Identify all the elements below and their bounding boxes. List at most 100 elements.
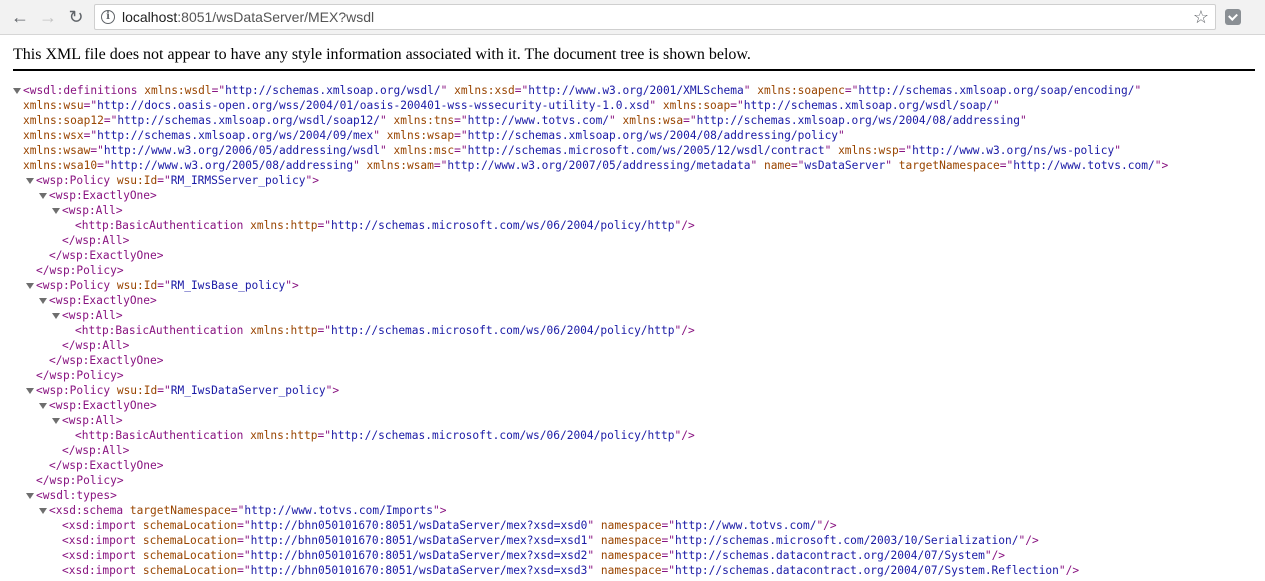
xml-line: </wsp:All> — [62, 338, 129, 353]
xml-tag-text: " — [587, 564, 601, 577]
xml-tag-text: "/> — [674, 429, 695, 442]
xml-tag-text: =" — [454, 129, 468, 142]
xml-tag-text: =" — [157, 174, 171, 187]
xml-line: <xsd:import schemaLocation="http://bhn05… — [62, 563, 1079, 578]
xml-tag-text: "/> — [674, 324, 695, 337]
collapse-triangle-icon[interactable] — [13, 83, 21, 98]
collapse-triangle-icon[interactable] — [39, 503, 47, 518]
xml-tag-text: =" — [661, 534, 675, 547]
xml-tag-text: <wsp:ExactlyOne> — [49, 399, 157, 412]
xml-line: xmlns:wsaw="http://www.w3.org/2006/05/ad… — [23, 143, 1121, 158]
xml-line: xmlns:wsx="http://schemas.xmlsoap.org/ws… — [23, 128, 845, 143]
xml-tag-text: " — [587, 549, 601, 562]
xml-tag-text: =" — [317, 219, 331, 232]
collapse-triangle-icon[interactable] — [26, 173, 34, 188]
xml-attribute-name: xmlns:http — [250, 429, 318, 442]
xml-tag-text: =" — [83, 99, 98, 112]
xml-tag-text: " — [1019, 114, 1027, 127]
collapse-triangle-icon[interactable] — [26, 488, 34, 503]
xml-attribute-name: namespace — [600, 534, 662, 547]
xml-attribute-value: http://www.totvs.com/ — [1013, 159, 1155, 172]
xml-tag-text: "> — [1154, 159, 1169, 172]
back-arrow-icon[interactable]: ← — [8, 5, 32, 29]
xml-tag-text: "> — [432, 504, 447, 517]
xml-tag-text: "/> — [984, 549, 1006, 562]
xml-tag-text: =" — [230, 504, 245, 517]
xml-attribute-name: schemaLocation — [142, 549, 238, 562]
xml-attribute-name: xmlns:wsu — [23, 99, 84, 112]
xml-attribute-value: RM_IwsBase_policy — [170, 279, 286, 292]
xml-tag-text: " — [587, 519, 601, 532]
xml-tag-text: "/> — [1058, 564, 1080, 577]
xml-line: xmlns:soap12="http://schemas.xmlsoap.org… — [23, 113, 1027, 128]
xml-tag-text: =" — [237, 534, 251, 547]
xml-tag-text: =" — [157, 279, 171, 292]
xml-tag-text: "> — [325, 384, 340, 397]
xml-attribute-name: namespace — [600, 564, 662, 577]
collapse-triangle-icon[interactable] — [39, 293, 47, 308]
xml-tag-text: "/> — [816, 519, 837, 532]
xml-info-banner: This XML file does not appear to have an… — [13, 46, 751, 63]
xml-tag-text: <xsd:import — [62, 534, 143, 547]
xml-tag-text: "> — [305, 174, 319, 187]
xml-attribute-value: http://bhn050101670:8051/wsDataServer/me… — [250, 534, 588, 547]
xml-attribute-value: http://schemas.datacontract.org/2004/07/… — [674, 564, 1059, 577]
xml-tag-text: </wsp:Policy> — [36, 369, 124, 382]
bookmark-star-icon[interactable]: ☆ — [1193, 7, 1209, 27]
xml-attribute-value: http://schemas.xmlsoap.org/ws/2004/08/ad… — [467, 129, 839, 142]
xml-tag-text: </wsp:All> — [62, 444, 130, 457]
xml-tag-text: <wsp:Policy — [36, 174, 117, 187]
xml-attribute-value: http://schemas.microsoft.com/ws/06/2004/… — [330, 324, 675, 337]
xml-line: <xsd:import schemaLocation="http://bhn05… — [62, 518, 837, 533]
xml-attribute-value: http://bhn050101670:8051/wsDataServer/me… — [250, 549, 588, 562]
xml-attribute-name: schemaLocation — [142, 534, 238, 547]
xml-attribute-name: wsu:Id — [116, 279, 158, 292]
collapse-triangle-icon[interactable] — [52, 413, 60, 428]
collapse-triangle-icon[interactable] — [52, 203, 60, 218]
xml-attribute-value: http://www.totvs.com/Imports — [244, 504, 433, 517]
xml-tag-text: =" — [514, 84, 529, 97]
xml-tag-text: " — [649, 99, 663, 112]
forward-arrow-icon[interactable]: → — [36, 5, 60, 29]
info-icon[interactable]: i — [101, 10, 115, 24]
xml-line: </wsp:ExactlyOne> — [49, 458, 164, 473]
xml-tag-text: </wsp:ExactlyOne> — [49, 354, 164, 367]
xml-tag-text: </wsp:Policy> — [36, 474, 124, 487]
xml-tag-text: " — [885, 159, 899, 172]
xml-tag-text: </wsp:ExactlyOne> — [49, 459, 164, 472]
reload-icon[interactable]: ↻ — [64, 5, 88, 29]
xml-tag-text: =" — [790, 159, 805, 172]
xml-tag-text: =" — [999, 159, 1014, 172]
xml-attribute-value: http://bhn050101670:8051/wsDataServer/me… — [250, 519, 588, 532]
collapse-triangle-icon[interactable] — [52, 308, 60, 323]
xml-tag-text: " — [373, 129, 387, 142]
xml-line: </wsp:All> — [62, 233, 129, 248]
xml-attribute-name: xmlns:wsx — [23, 129, 84, 142]
collapse-triangle-icon[interactable] — [39, 188, 47, 203]
xml-attribute-value: http://bhn050101670:8051/wsDataServer/me… — [250, 564, 588, 577]
xml-attribute-value: RM_IwsDataServer_policy — [170, 384, 326, 397]
collapse-triangle-icon[interactable] — [26, 278, 34, 293]
xml-tag-text: " — [609, 114, 623, 127]
xml-line: </wsp:All> — [62, 443, 129, 458]
xml-line: </wsp:ExactlyOne> — [49, 248, 164, 263]
xml-attribute-value: http://www.w3.org/2005/08/addressing — [110, 159, 354, 172]
xml-attribute-value: http://schemas.xmlsoap.org/wsdl/soap12/ — [117, 114, 380, 127]
xml-attribute-name: xmlns:soap12 — [23, 114, 104, 127]
address-url[interactable]: localhost:8051/wsDataServer/MEX?wsdl — [122, 9, 374, 26]
collapse-triangle-icon[interactable] — [26, 383, 34, 398]
xml-attribute-name: targetNamespace — [129, 504, 231, 517]
xml-tag-text: <http:BasicAuthentication — [75, 429, 251, 442]
xml-tag-text: =" — [317, 324, 331, 337]
extension-icon[interactable] — [1225, 9, 1241, 25]
xml-tag-text: =" — [83, 129, 98, 142]
xml-line: <wsp:All> — [62, 203, 123, 218]
address-bar[interactable]: i localhost:8051/wsDataServer/MEX?wsdl ☆ — [94, 4, 1216, 30]
xml-tag-text: "/> — [1018, 534, 1039, 547]
xml-attribute-value: http://schemas.datacontract.org/2004/07/… — [674, 549, 985, 562]
xml-line: <wsp:All> — [62, 413, 123, 428]
collapse-triangle-icon[interactable] — [39, 398, 47, 413]
xml-tag-text: =" — [844, 84, 859, 97]
xml-tag-text: " — [440, 84, 455, 97]
xml-line: <http:BasicAuthentication xmlns:http="ht… — [75, 323, 695, 338]
